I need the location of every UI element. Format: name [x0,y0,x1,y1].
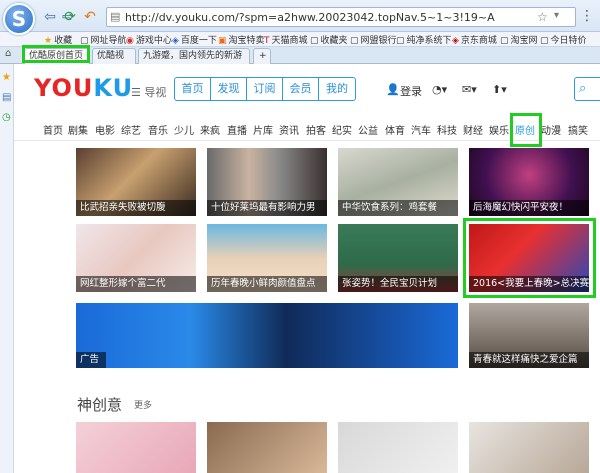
more-link[interactable]: 更多 [134,398,152,411]
page-icon: ▤ [110,10,121,23]
video-caption: 青春就这样痛快之爱企篇 [469,352,589,368]
video-tile[interactable] [469,422,589,473]
cat-item[interactable]: 财经 [463,122,483,137]
fav-item[interactable]: ▢ 今日特价 [540,33,587,46]
video-tile[interactable] [207,422,327,473]
section-title: 神创意 [77,396,123,414]
tab-bar: ⌂ 优酷原创首页 优酷视 九游蹙，国内领先的新游 + [0,47,600,64]
back-icon[interactable]: ⇦ [42,9,58,25]
tab-label: 优酷视 [97,51,125,61]
video-caption: 后海魔幻快闪平安夜！ [469,200,589,216]
fav-item[interactable]: ▢ 淘宝网 [500,33,538,46]
nav-mine[interactable]: 我的 [319,78,355,100]
cat-item[interactable]: 娱乐 [489,122,509,137]
search-icon[interactable]: ⌕ [574,77,600,101]
video-caption: 中华饮食系列：鸡套餐 [338,200,458,216]
reader-icon[interactable]: ▤ [2,92,11,103]
cat-item[interactable]: 电影 [95,122,115,137]
ad-label: 广告 [76,352,106,368]
video-tile[interactable]: 张姿势！全民宝贝计划 [338,224,458,292]
video-tile[interactable]: 网红整形嫁个富二代 [76,224,196,292]
cat-item[interactable]: 音乐 [148,122,168,137]
cat-item[interactable]: 公益 [358,122,378,137]
guide-menu[interactable]: ☰ 导视 [131,84,166,100]
cat-item[interactable]: 纪实 [332,122,352,137]
video-caption: 张姿势！全民宝贝计划 [338,276,458,292]
cat-item[interactable]: 资讯 [279,122,299,137]
fav-item[interactable]: ▢ 网盟银行 [350,33,397,46]
highlight-box [463,218,596,298]
fav-item[interactable]: T 天猫商城 [264,33,308,46]
video-caption: 历年春晚小鲜肉颜值盘点 [207,276,327,292]
cat-item[interactable]: 搞笑 [568,122,588,137]
video-tile[interactable] [76,422,196,473]
nav-discover[interactable]: 发现 [211,78,247,100]
fav-item[interactable]: ▢ 收藏夹 [310,33,348,46]
fav-item[interactable]: ◈ 百度一下 [172,33,217,46]
video-tile[interactable]: 中华饮食系列：鸡套餐 [338,148,458,216]
video-tile[interactable]: 历年春晚小鲜肉颜值盘点 [207,224,327,292]
message-icon[interactable]: ✉▾ [462,83,477,96]
fav-item[interactable]: ▣ 淘宝特卖 [218,33,265,46]
favorites-star-icon[interactable]: ★ [2,72,11,83]
nav-home[interactable]: 首页 [175,78,211,100]
undo-icon[interactable]: ↶ [82,9,98,25]
video-tile[interactable]: 后海魔幻快闪平安夜！ [469,148,589,216]
cat-item[interactable]: 动漫 [541,122,561,137]
youku-logo[interactable]: YOUKU [34,74,133,102]
new-tab-button[interactable]: + [253,48,271,64]
fav-item[interactable]: ◈ 京东商城 [452,33,497,46]
user-icon[interactable]: 👤 [386,83,400,96]
video-tile[interactable] [338,422,458,473]
video-tile[interactable]: 比武招亲失败被切腹 [76,148,196,216]
nav-vip[interactable]: 会员 [283,78,319,100]
history-clock-icon[interactable]: ◔▾ [432,83,447,96]
nav-subscribe[interactable]: 订阅 [247,78,283,100]
tab-9game[interactable]: 九游蹙，国内领先的新游 [138,48,250,64]
refresh-icon[interactable]: ⟳ [62,9,78,25]
video-tile[interactable]: 青春就这样痛快之爱企篇 [469,303,589,368]
fav-item[interactable]: ◉ 游戏中心 [126,33,172,46]
highlight-box [22,45,90,63]
cat-item[interactable]: 直播 [227,122,247,137]
star-icon[interactable]: ☆ [537,10,548,24]
menu-icon[interactable]: ⋮ [580,8,594,24]
browser-toolbar: ⇦ ⇨ ⟳ ↶ ▤ http://dv.youku.com/?spm=a2hww… [0,0,600,32]
video-caption: 十位好莱坞最有影响力男 [207,200,327,216]
upload-icon[interactable]: ⬆▾ [492,83,507,96]
cat-item[interactable]: 体育 [385,122,405,137]
cat-item[interactable]: 来疯 [200,122,220,137]
dropdown-icon[interactable]: ▾ [554,10,559,21]
tab-label: 九游蹙，国内领先的新游 [143,51,243,61]
cat-item[interactable]: 综艺 [121,122,141,137]
browser-logo-icon[interactable]: S [3,3,35,35]
address-text: http://dv.youku.com/?spm=a2hww.20023042.… [125,11,495,24]
cat-item[interactable]: 科技 [437,122,457,137]
cat-item[interactable]: 片库 [253,122,273,137]
ad-banner[interactable]: 广告 [76,303,458,368]
video-caption: 比武招亲失败被切腹 [76,200,196,216]
highlight-box [510,113,542,147]
cat-item[interactable]: 少儿 [174,122,194,137]
tab-youku[interactable]: 优酷视 [92,48,136,64]
video-caption: 网红整形嫁个富二代 [76,276,196,292]
fav-item[interactable]: ▢ 纯净系统下 [396,33,452,46]
video-tile[interactable]: 十位好莱坞最有影响力男 [207,148,327,216]
favorites-bar: ★ 收藏 ▢ 网址导航 ◉ 游戏中心 ◈ 百度一下 ▣ 淘宝特卖 T 天猫商城 ▢ 收藏夹 ▢… [0,32,600,47]
cat-item[interactable]: 首页 [43,122,63,137]
cat-item[interactable]: 汽车 [411,122,431,137]
login-link[interactable]: 登录 [400,83,422,99]
cat-item[interactable]: 剧集 [68,122,88,137]
cat-item[interactable]: 拍客 [306,122,326,137]
address-bar[interactable]: ▤ http://dv.youku.com/?spm=a2hww.2002304… [106,7,576,27]
home-icon[interactable]: ⌂ [5,48,11,59]
main-nav: 首页 发现 订阅 会员 我的 [174,77,356,101]
